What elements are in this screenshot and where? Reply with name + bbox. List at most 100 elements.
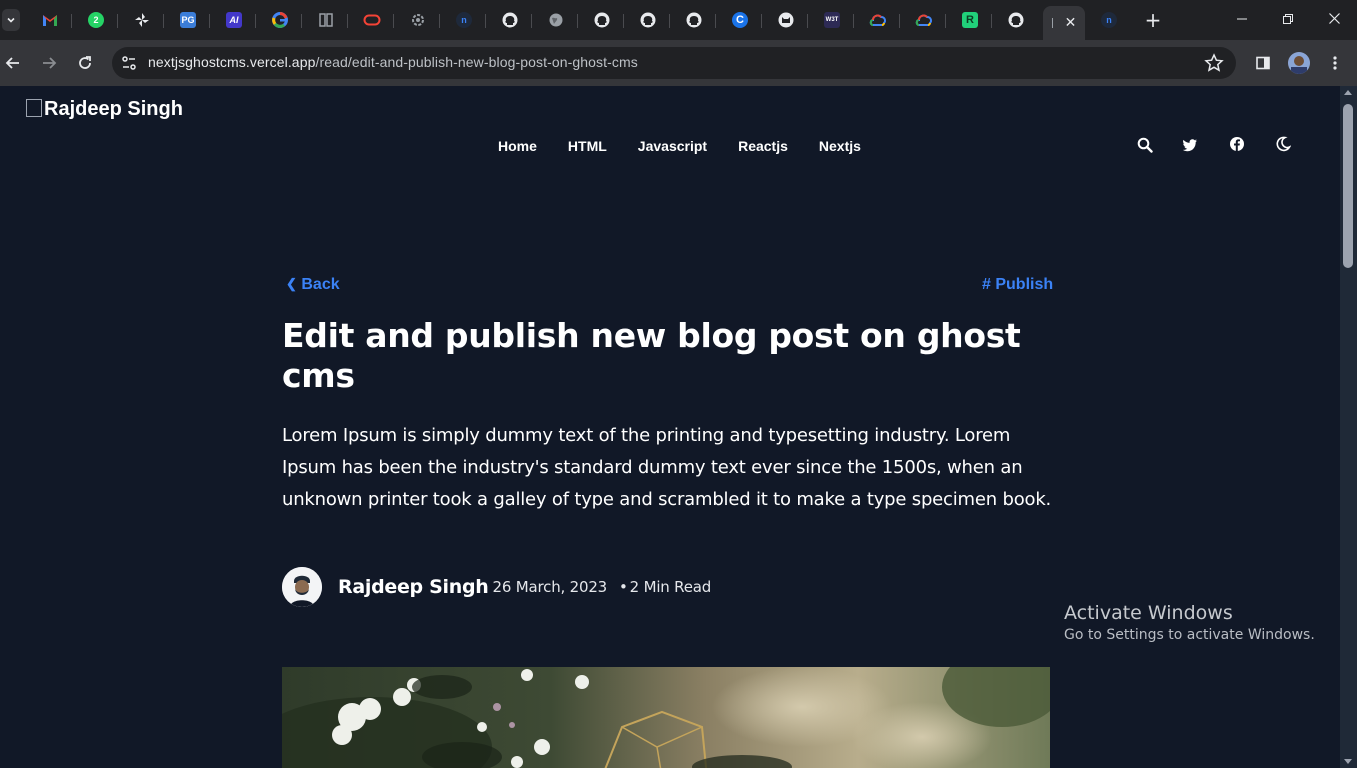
search-icon[interactable] — [1137, 137, 1153, 153]
restore-button[interactable] — [1278, 10, 1298, 30]
url-text[interactable]: nextjsghostcms.vercel.app/read/edit-and-… — [148, 54, 638, 70]
scroll-down-arrow-icon[interactable] — [1344, 759, 1352, 764]
post-title: Edit and publish new blog post on ghost … — [282, 316, 1021, 395]
browser-tab[interactable] — [120, 6, 164, 34]
menu-button[interactable] — [1324, 52, 1346, 74]
close-icon[interactable]: ✕ — [1065, 15, 1077, 31]
moon-icon[interactable] — [1275, 136, 1291, 152]
browser-tab[interactable]: C — [718, 6, 762, 34]
browser-tab-strip: 2 PG AI n C W3T R ✕ n + — [0, 0, 1357, 40]
cat-icon — [778, 12, 794, 28]
n-icon: n — [1101, 12, 1117, 28]
browser-tab[interactable] — [304, 6, 348, 34]
browser-tab[interactable] — [28, 6, 72, 34]
facebook-icon[interactable] — [1229, 136, 1245, 152]
browser-tab[interactable] — [856, 6, 900, 34]
page-scrollbar[interactable] — [1340, 86, 1357, 768]
browser-tab[interactable]: PG — [166, 6, 210, 34]
site-settings-icon[interactable] — [120, 54, 138, 72]
kebab-menu-icon — [1333, 56, 1337, 70]
gear-icon — [412, 14, 424, 26]
reload-button[interactable] — [74, 52, 96, 74]
post-excerpt: Lorem Ipsum is simply dummy text of the … — [282, 425, 1052, 510]
side-panel-icon — [1256, 56, 1270, 70]
star-icon[interactable] — [1204, 53, 1224, 73]
close-window-button[interactable] — [1324, 10, 1344, 30]
browser-tab[interactable] — [396, 6, 440, 34]
browser-tab[interactable] — [626, 6, 670, 34]
browser-tab[interactable]: 2 — [74, 6, 118, 34]
tab-search-button[interactable] — [2, 9, 20, 31]
browser-tab[interactable]: n — [442, 6, 486, 34]
back-nav-button[interactable] — [2, 52, 24, 74]
browser-tab[interactable]: n — [1087, 6, 1131, 34]
pg-icon: PG — [180, 12, 196, 28]
nav-home[interactable]: Home — [498, 138, 537, 154]
browser-tab[interactable]: W3T — [810, 6, 854, 34]
forward-nav-button[interactable] — [38, 52, 60, 74]
nav-reactjs[interactable]: Reactjs — [738, 138, 788, 154]
address-bar[interactable]: nextjsghostcms.vercel.app/read/edit-and-… — [112, 47, 1236, 79]
person-photo-icon — [282, 567, 322, 607]
main-nav: Home HTML Javascript Reactjs Nextjs — [498, 138, 892, 154]
nav-html[interactable]: HTML — [568, 138, 607, 154]
arrow-right-icon — [43, 57, 57, 69]
r-icon: R — [962, 12, 978, 28]
close-icon — [1328, 13, 1340, 24]
url-path: /read/edit-and-publish-new-blog-post-on-… — [315, 54, 638, 70]
author-meta: Rajdeep Singh 26 March, 2023 • 2 Min Read — [282, 567, 711, 607]
browser-toolbar: nextjsghostcms.vercel.app/read/edit-and-… — [0, 40, 1357, 86]
activate-title: Activate Windows — [1064, 602, 1233, 624]
browser-tab-active[interactable]: ✕ — [1043, 6, 1085, 40]
gcloud-icon — [915, 14, 932, 26]
minimize-icon — [1237, 18, 1247, 20]
browser-tab[interactable]: AI — [212, 6, 256, 34]
scrollbar-thumb[interactable] — [1343, 104, 1353, 268]
post-hero-image — [282, 667, 1050, 768]
browser-tab[interactable] — [488, 6, 532, 34]
read-time-text: 2 Min Read — [629, 578, 712, 596]
browser-tab[interactable] — [534, 6, 578, 34]
scroll-up-arrow-icon[interactable] — [1344, 90, 1352, 95]
w3-icon: W3T — [824, 12, 840, 28]
pinwheel-icon — [135, 13, 149, 27]
gmail-icon — [43, 15, 57, 26]
browser-tab[interactable] — [764, 6, 808, 34]
columns-icon — [319, 13, 333, 27]
back-link[interactable]: ❮ Back — [286, 276, 340, 294]
reload-icon — [79, 56, 91, 69]
browser-tab[interactable] — [580, 6, 624, 34]
nav-nextjs[interactable]: Nextjs — [819, 138, 861, 154]
gcloud-icon — [869, 14, 886, 26]
activate-subtitle: Go to Settings to activate Windows. — [1064, 627, 1315, 643]
browser-tab[interactable] — [350, 6, 394, 34]
side-panel-button[interactable] — [1252, 52, 1274, 74]
twitter-icon[interactable] — [1182, 137, 1198, 153]
ai-icon: AI — [226, 12, 242, 28]
oracle-icon — [363, 14, 381, 26]
new-tab-button[interactable]: + — [1143, 10, 1163, 30]
site-logo[interactable]: Rajdeep Singh — [26, 98, 183, 121]
post-date: 26 March, 2023 — [492, 578, 608, 596]
broken-image-icon — [26, 98, 42, 117]
github-icon — [1008, 12, 1024, 28]
github-icon — [686, 12, 702, 28]
profile-avatar[interactable] — [1288, 52, 1310, 74]
author-name[interactable]: Rajdeep Singh — [338, 576, 489, 598]
logo-alt-text: Rajdeep Singh — [44, 98, 183, 120]
browser-tab[interactable] — [258, 6, 302, 34]
browser-tab[interactable] — [902, 6, 946, 34]
browser-tab[interactable] — [994, 6, 1038, 34]
browser-tab[interactable] — [672, 6, 716, 34]
nav-javascript[interactable]: Javascript — [638, 138, 707, 154]
chevron-left-icon: ❮ — [286, 276, 297, 291]
minimize-button[interactable] — [1232, 10, 1252, 30]
author-avatar[interactable] — [282, 567, 322, 607]
github-icon — [594, 12, 610, 28]
page-content: Rajdeep Singh Home HTML Javascript React… — [0, 86, 1340, 768]
browser-tab[interactable]: R — [948, 6, 992, 34]
tag-link[interactable]: # Publish — [982, 276, 1053, 294]
google-icon — [272, 12, 288, 28]
activate-windows-watermark: Activate Windows Go to Settings to activ… — [1064, 602, 1315, 643]
github-icon — [502, 12, 518, 28]
